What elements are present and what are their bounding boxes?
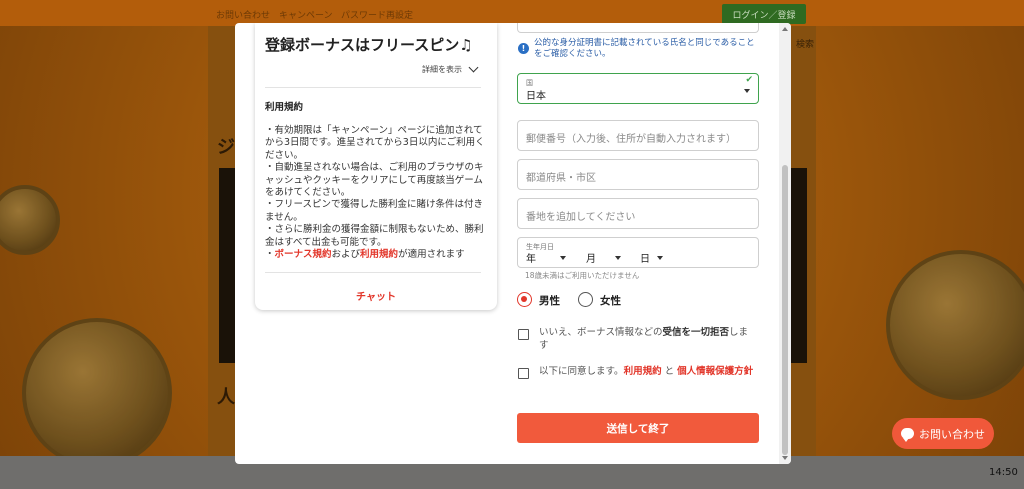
gender-female-label[interactable]: 女性 <box>600 293 621 308</box>
detail-toggle-label: 詳細を表示 <box>422 65 462 74</box>
name-notice: 公的な身分証明書に記載されている氏名と同じであることをご確認ください。 <box>534 38 755 59</box>
terms-line: ・さらに勝利金の獲得金額に制限もないため、勝利金はすべて出金も可能です。 <box>265 224 484 248</box>
agree-text: と <box>661 366 678 377</box>
country-value: 日本 <box>526 91 546 102</box>
background-banner <box>791 168 807 363</box>
prefecture-placeholder: 都道府県・市区 <box>526 173 596 184</box>
terms-body: ・有効期限は「キャンペーン」ページに追加されてから3日間です。進呈されてから3日… <box>265 125 487 261</box>
bonus-title: 登録ボーナスはフリースピン♫ <box>265 36 473 54</box>
modal-scrollbar[interactable] <box>779 23 791 464</box>
bonus-card: 登録ボーナスはフリースピン♫ 詳細を表示 利用規約 ・有効期限は「キャンペーン」… <box>255 23 497 310</box>
birthdate-field: 生年月日 年 月 日 <box>517 237 759 268</box>
chevron-down-icon <box>615 256 621 260</box>
name-field-partial[interactable] <box>517 23 759 33</box>
coin-image <box>0 185 60 255</box>
opt-out-label[interactable]: いいえ、ボーナス情報などの受信を一切拒否します <box>539 327 757 352</box>
postal-code-input[interactable]: 郵便番号（入力後、住所が自動入力されます） <box>517 120 759 151</box>
check-icon: ✔ <box>745 75 753 85</box>
info-icon: ! <box>518 43 529 54</box>
birth-day-select[interactable]: 日 <box>640 250 650 265</box>
agree-checkbox[interactable] <box>518 368 529 379</box>
terms-text: および <box>331 249 361 261</box>
contact-button-label: お問い合わせ <box>919 427 985 441</box>
country-select[interactable]: 国 日本 ✔ <box>517 73 759 104</box>
bullet: ・ <box>265 249 275 261</box>
terms-of-use-link[interactable]: 利用規約 <box>360 249 398 260</box>
prefecture-input[interactable]: 都道府県・市区 <box>517 159 759 190</box>
chevron-down-icon <box>657 256 663 260</box>
chevron-down-icon <box>560 256 566 260</box>
agree-label[interactable]: 以下に同意します。利用規約 と 個人情報保護方針 <box>539 366 757 379</box>
top-link-contact[interactable]: お問い合わせ <box>216 8 270 21</box>
agree-text: 以下に同意します。 <box>539 366 624 377</box>
gender-female-radio[interactable] <box>578 292 593 307</box>
taskbar-clock: 14:50 <box>989 467 1018 478</box>
agree-terms-link[interactable]: 利用規約 <box>624 366 662 377</box>
terms-line-last: ・ボーナス規約および利用規約が適用されます <box>265 249 487 261</box>
section-letter: ジ <box>217 137 235 158</box>
divider <box>265 272 481 273</box>
opt-out-text-bold: 受信を一切拒否 <box>662 327 730 338</box>
coin-image <box>886 250 1024 400</box>
section-letter: 人 <box>217 387 235 408</box>
age-hint: 18歳未満はご利用いただけません <box>525 271 640 280</box>
terms-line: ・有効期限は「キャンペーン」ページに追加されてから3日間です。進呈されてから3日… <box>265 125 485 161</box>
chevron-down-icon <box>744 89 750 93</box>
scroll-up-icon[interactable] <box>782 27 788 31</box>
scroll-thumb[interactable] <box>782 165 788 455</box>
contact-button[interactable]: お問い合わせ <box>892 418 994 449</box>
opt-out-text: いいえ、ボーナス情報などの <box>539 327 663 338</box>
search-link[interactable]: 検索 <box>796 37 814 50</box>
chat-link[interactable]: チャット <box>255 288 497 303</box>
registration-modal: 登録ボーナスはフリースピン♫ 詳細を表示 利用規約 ・有効期限は「キャンペーン」… <box>235 23 791 464</box>
top-link-campaign[interactable]: キャンペーン <box>279 8 333 21</box>
address-input[interactable]: 番地を追加してください <box>517 198 759 229</box>
gender-male-label[interactable]: 男性 <box>539 293 560 308</box>
top-link-password[interactable]: パスワード再設定 <box>341 8 413 21</box>
submit-button[interactable]: 送信して終了 <box>517 413 759 443</box>
terms-heading: 利用規約 <box>265 102 304 113</box>
bonus-terms-link[interactable]: ボーナス規約 <box>275 249 332 260</box>
detail-toggle[interactable]: 詳細を表示 <box>422 62 479 75</box>
birth-year-select[interactable]: 年 <box>526 250 536 265</box>
agree-privacy-link[interactable]: 個人情報保護方針 <box>677 366 753 377</box>
chat-bubble-icon <box>901 428 914 442</box>
birth-month-select[interactable]: 月 <box>586 250 596 265</box>
address-placeholder: 番地を追加してください <box>526 212 636 223</box>
scroll-down-icon[interactable] <box>782 456 788 460</box>
postal-code-placeholder: 郵便番号（入力後、住所が自動入力されます） <box>526 134 736 145</box>
divider <box>265 87 481 88</box>
coin-image <box>22 318 172 468</box>
terms-line: ・フリースピンで獲得した勝利金に賭け条件は付きません。 <box>265 199 484 223</box>
opt-out-checkbox[interactable] <box>518 329 529 340</box>
terms-line: ・自動進呈されない場合は、ご利用のブラウザのキャッシュやクッキーをクリアにして再… <box>265 162 484 199</box>
terms-text: が適用されます <box>398 249 465 261</box>
chevron-down-icon <box>468 62 479 73</box>
gender-male-radio[interactable] <box>517 292 532 307</box>
login-button[interactable]: ログイン／登録 <box>722 4 806 24</box>
